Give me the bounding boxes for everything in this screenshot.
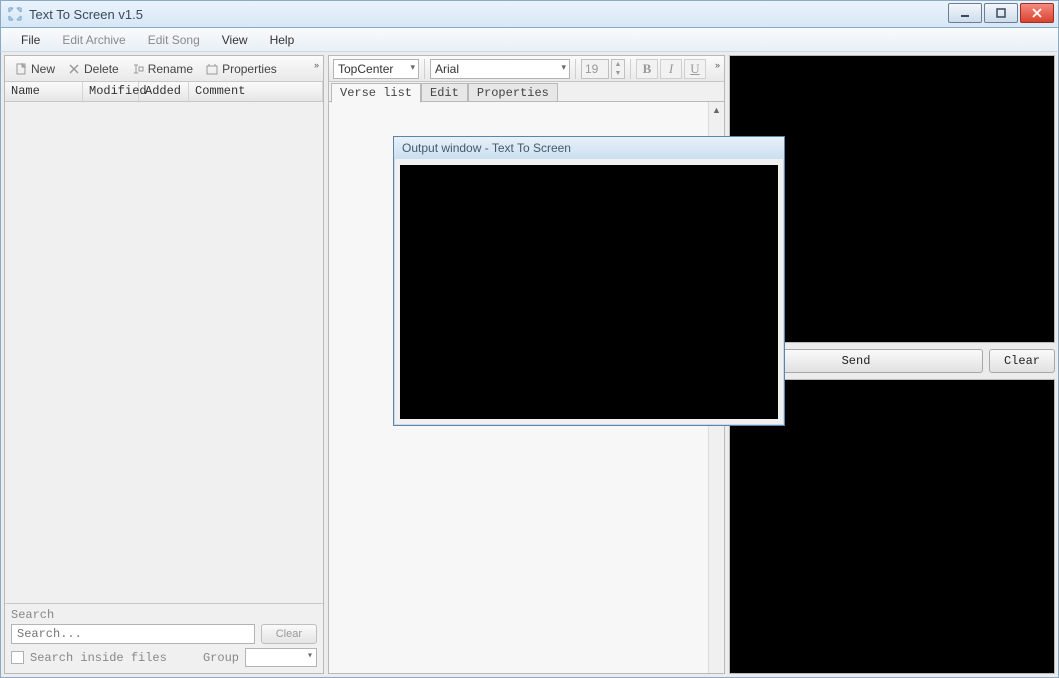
rename-label: Rename [148,62,193,76]
underline-button[interactable]: U [684,59,706,79]
output-window-title[interactable]: Output window - Text To Screen [394,137,784,159]
search-inside-label: Search inside files [30,651,167,665]
left-toolbar: New Delete Rename Properties » [5,56,323,82]
alignment-dropdown[interactable]: TopCenter [333,59,419,79]
menu-help[interactable]: Help [260,30,305,50]
scroll-up-icon[interactable]: ▲ [709,102,724,118]
bold-button[interactable]: B [636,59,658,79]
output-window[interactable]: Output window - Text To Screen [393,136,785,426]
search-heading: Search [11,608,317,622]
properties-button[interactable]: Properties [200,60,282,78]
col-added[interactable]: Added [139,82,189,101]
alignment-value: TopCenter [338,62,393,76]
col-modified[interactable]: Modified [83,82,139,101]
col-name[interactable]: Name [5,82,83,101]
tab-edit[interactable]: Edit [421,83,468,103]
separator [424,59,425,79]
output-window-body [400,165,778,419]
properties-label: Properties [222,62,277,76]
spin-down-icon[interactable]: ▼ [612,69,624,78]
app-icon [7,6,23,22]
clear-button[interactable]: Clear [989,349,1055,373]
font-value: Arial [435,62,459,76]
minimize-button[interactable] [948,3,982,23]
font-size-value: 19 [585,62,598,76]
rename-icon [131,62,145,76]
italic-button[interactable]: I [660,59,682,79]
group-dropdown[interactable] [245,648,317,667]
song-list[interactable] [5,102,323,604]
search-input[interactable] [11,624,255,644]
rename-button[interactable]: Rename [126,60,198,78]
title-bar: Text To Screen v1.5 [0,0,1059,28]
menu-file[interactable]: File [11,30,50,50]
search-clear-button[interactable]: Clear [261,624,317,644]
delete-label: Delete [84,62,119,76]
separator [630,59,631,79]
list-header: Name Modified Added Comment [5,82,323,102]
search-section: Search Clear Search inside files Group [5,604,323,673]
separator [575,59,576,79]
menu-bar: File Edit Archive Edit Song View Help [0,28,1059,52]
font-size-field[interactable]: 19 [581,59,609,79]
menu-edit-archive[interactable]: Edit Archive [52,30,135,50]
maximize-button[interactable] [984,3,1018,23]
new-icon [14,62,28,76]
spin-up-icon[interactable]: ▲ [612,60,624,69]
group-label: Group [203,651,239,665]
new-button[interactable]: New [9,60,60,78]
font-size-stepper[interactable]: ▲ ▼ [611,59,625,79]
tab-properties[interactable]: Properties [468,83,558,103]
overflow-chevron-icon[interactable]: » [715,60,720,70]
menu-edit-song[interactable]: Edit Song [138,30,210,50]
search-inside-checkbox[interactable] [11,651,24,664]
menu-view[interactable]: View [212,30,258,50]
new-label: New [31,62,55,76]
properties-icon [205,62,219,76]
close-button[interactable] [1020,3,1054,23]
mid-tabs: Verse list Edit Properties [329,82,724,102]
mid-toolbar: TopCenter Arial 19 ▲ ▼ B I U » [329,56,724,82]
tab-verse-list[interactable]: Verse list [331,83,421,103]
window-title: Text To Screen v1.5 [29,7,143,22]
col-comment[interactable]: Comment [189,82,323,101]
delete-button[interactable]: Delete [62,60,124,78]
overflow-chevron-icon[interactable]: » [314,60,319,70]
font-dropdown[interactable]: Arial [430,59,570,79]
delete-icon [67,62,81,76]
left-panel: New Delete Rename Properties » [4,55,324,674]
window-controls [948,3,1054,23]
